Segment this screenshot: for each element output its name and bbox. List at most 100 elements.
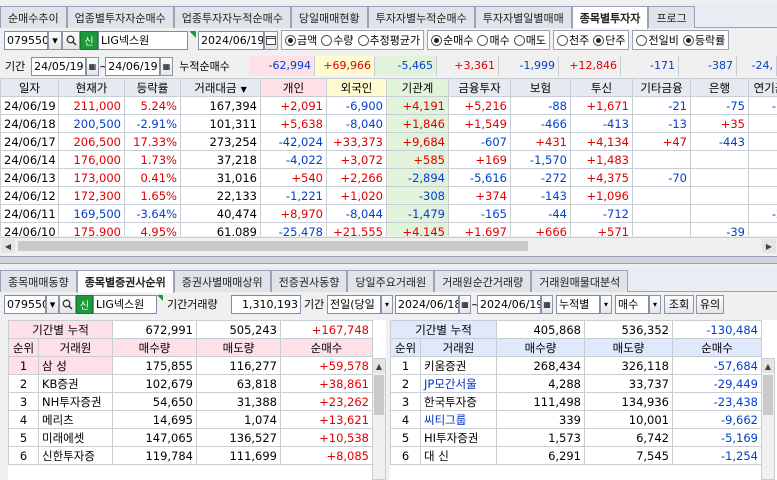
rank-col-header[interactable]: 매수량 xyxy=(496,338,585,357)
sort-down-icon[interactable]: ▼ xyxy=(241,85,247,94)
top-tab-3[interactable]: 당일매매현황 xyxy=(290,6,368,28)
rank-row[interactable]: 3 NH투자증권 54,650 31,388 +23,262 xyxy=(8,392,373,411)
scroll-right-icon[interactable]: ▶ xyxy=(762,239,776,253)
radio-dot-icon[interactable] xyxy=(477,34,489,46)
top-col-header[interactable]: 금융투자 xyxy=(448,78,511,97)
radio-option[interactable]: 수량 xyxy=(321,32,354,48)
search-icon[interactable] xyxy=(62,30,80,50)
top-tab-7[interactable]: 프로그 xyxy=(648,6,695,28)
rank-row[interactable]: 6 신한투자증 119,784 111,699 +8,085 xyxy=(8,446,373,465)
period-select[interactable]: 전일(당일 xyxy=(327,294,381,314)
rank-row[interactable]: 1삼 성 175,855 116,277 +59,578 xyxy=(8,356,373,375)
left-scroll-thumb[interactable] xyxy=(374,375,384,415)
table-row[interactable]: 24/06/13 173,000 0.41% 31,016 +540 +2,266 -2,8… xyxy=(0,168,777,187)
table-row[interactable]: 24/06/12 172,300 1.65% 22,133 -1,221 +1,020 -3… xyxy=(0,186,777,205)
stock-code-input[interactable]: 079550 xyxy=(4,30,48,50)
radio-dot-icon[interactable] xyxy=(682,34,694,46)
bottom-to-input[interactable]: 2024/06/19 xyxy=(477,294,541,314)
bottom-tab-0[interactable]: 종목매매동향 xyxy=(0,270,77,292)
bottom-code-dropdown-icon[interactable]: ▾ xyxy=(46,294,59,314)
radio-dot-icon[interactable] xyxy=(556,34,568,46)
top-h-scrollbar[interactable]: ◀ ▶ xyxy=(0,237,777,253)
left-scroll-up-icon[interactable]: ▲ xyxy=(373,359,385,373)
top-col-header[interactable]: 등락률 xyxy=(124,78,181,97)
top-tab-0[interactable]: 순매수추이 xyxy=(0,6,67,28)
radio-option[interactable]: 금액 xyxy=(285,32,317,48)
calendar-icon[interactable] xyxy=(264,30,278,50)
bottom-to-calendar-icon[interactable]: ▦ xyxy=(541,294,553,314)
side-select[interactable]: 매수 xyxy=(615,294,649,314)
rank-row[interactable]: 1 키움증권 268,434 326,118 -57,684 xyxy=(390,356,762,375)
top-col-header[interactable]: 연기금 xyxy=(748,78,777,97)
top-col-header[interactable]: 기관계 xyxy=(386,78,449,97)
rank-row[interactable]: 2 JP모간서울 4,288 33,737 -29,449 xyxy=(390,374,762,393)
bottom-from-input[interactable]: 2024/06/18 xyxy=(395,294,459,314)
code-dropdown-icon[interactable]: ▾ xyxy=(48,30,62,50)
bottom-search-icon[interactable] xyxy=(59,294,76,314)
top-col-header[interactable]: 외국인 xyxy=(326,78,387,97)
rank-col-header[interactable]: 거래원 xyxy=(38,338,113,357)
side-select-arrow-icon[interactable]: ▾ xyxy=(649,294,661,314)
rank-col-header[interactable]: 순매수 xyxy=(280,338,373,357)
rank-col-header[interactable]: 순위 xyxy=(390,338,421,357)
top-tab-6[interactable]: 종목별투자자 xyxy=(571,6,649,29)
table-row[interactable]: 24/06/14 176,000 1.73% 37,218 -4,022 +3,072 +5… xyxy=(0,150,777,169)
bottom-tab-1[interactable]: 종목별증권사순위 xyxy=(76,270,174,293)
bottom-tab-6[interactable]: 거래원매물대분석 xyxy=(531,270,629,292)
top-col-header[interactable]: 은행 xyxy=(690,78,749,97)
top-col-header[interactable]: 기타금융 xyxy=(632,78,691,97)
right-v-scrollbar[interactable]: ▲ xyxy=(761,358,775,480)
period-to-input[interactable]: 24/06/19 xyxy=(105,56,160,76)
rank-row[interactable]: 5 미래에셋 147,065 136,527 +10,538 xyxy=(8,428,373,447)
rank-col-header[interactable]: 순위 xyxy=(8,338,39,357)
top-col-header[interactable]: 거래대금 ▼ xyxy=(180,78,261,97)
bottom-tab-2[interactable]: 증권사별매매상위 xyxy=(173,270,271,292)
bottom-tab-4[interactable]: 당일주요거래원 xyxy=(347,270,435,292)
bottom-code-input[interactable]: 079550 xyxy=(4,294,46,314)
top-col-header[interactable]: 투신 xyxy=(570,78,633,97)
rank-row[interactable]: 6대 신 6,291 7,545 -1,254 xyxy=(390,446,762,465)
rank-row[interactable]: 5 HI투자증권 1,573 6,742 -5,169 xyxy=(390,428,762,447)
top-tab-5[interactable]: 투자자별일별매매 xyxy=(474,6,572,28)
radio-option[interactable]: 등락률 xyxy=(682,32,725,48)
rank-row[interactable]: 2 KB증권 102,679 63,818 +38,861 xyxy=(8,374,373,393)
radio-option[interactable]: 천주 xyxy=(556,32,589,48)
rank-row[interactable]: 3 한국투자증 111,498 134,936 -23,438 xyxy=(390,392,762,411)
table-row[interactable]: 24/06/17 206,500 17.33% 273,254 -42,024 +33,3… xyxy=(0,132,777,151)
radio-option[interactable]: 전일비 xyxy=(636,32,679,48)
panel-divider[interactable] xyxy=(0,256,777,264)
top-col-header[interactable]: 일자 xyxy=(0,78,59,97)
top-tab-2[interactable]: 업종투자자누적순매수 xyxy=(173,6,291,28)
radio-dot-icon[interactable] xyxy=(431,34,443,46)
bottom-tab-3[interactable]: 전증권사동향 xyxy=(270,270,348,292)
top-tab-4[interactable]: 투자자별누적순매수 xyxy=(367,6,475,28)
radio-dot-icon[interactable] xyxy=(513,34,525,46)
radio-dot-icon[interactable] xyxy=(593,34,605,46)
rank-row[interactable]: 4 씨티그룹 339 10,001 -9,662 xyxy=(390,410,762,429)
extra-button[interactable]: 유의 xyxy=(696,294,724,314)
from-calendar-icon[interactable]: ▦ xyxy=(85,56,100,76)
bottom-from-calendar-icon[interactable]: ▦ xyxy=(459,294,471,314)
cum-select[interactable]: 누적별 xyxy=(556,294,600,314)
to-calendar-icon[interactable]: ▦ xyxy=(159,56,174,76)
rank-row[interactable]: 4 메리츠 14,695 1,074 +13,621 xyxy=(8,410,373,429)
top-col-header[interactable]: 개인 xyxy=(260,78,327,97)
radio-option[interactable]: 매수 xyxy=(477,32,510,48)
scroll-left-icon[interactable]: ◀ xyxy=(1,239,15,253)
top-col-header[interactable]: 보험 xyxy=(510,78,571,97)
rank-col-header[interactable]: 순매수 xyxy=(672,338,762,357)
radio-option[interactable]: 순매수 xyxy=(431,32,473,48)
top-tab-1[interactable]: 업종별투자자순매수 xyxy=(66,6,174,28)
date-input[interactable]: 2024/06/19 xyxy=(198,30,264,50)
cum-select-arrow-icon[interactable]: ▾ xyxy=(600,294,612,314)
rank-col-header[interactable]: 거래원 xyxy=(420,338,497,357)
top-col-header[interactable]: 현재가 xyxy=(58,78,125,97)
query-button[interactable]: 조회 xyxy=(664,294,694,314)
table-row[interactable]: 24/06/19 211,000 5.24% 167,394 +2,091 -6,900 +… xyxy=(0,96,777,115)
rank-col-header[interactable]: 매수량 xyxy=(112,338,197,357)
bottom-tab-5[interactable]: 거래원순간거래량 xyxy=(434,270,532,292)
radio-dot-icon[interactable] xyxy=(285,34,296,46)
rank-col-header[interactable]: 매도량 xyxy=(584,338,673,357)
radio-option[interactable]: 매도 xyxy=(513,32,546,48)
left-v-scrollbar[interactable]: ▲ xyxy=(372,358,386,480)
